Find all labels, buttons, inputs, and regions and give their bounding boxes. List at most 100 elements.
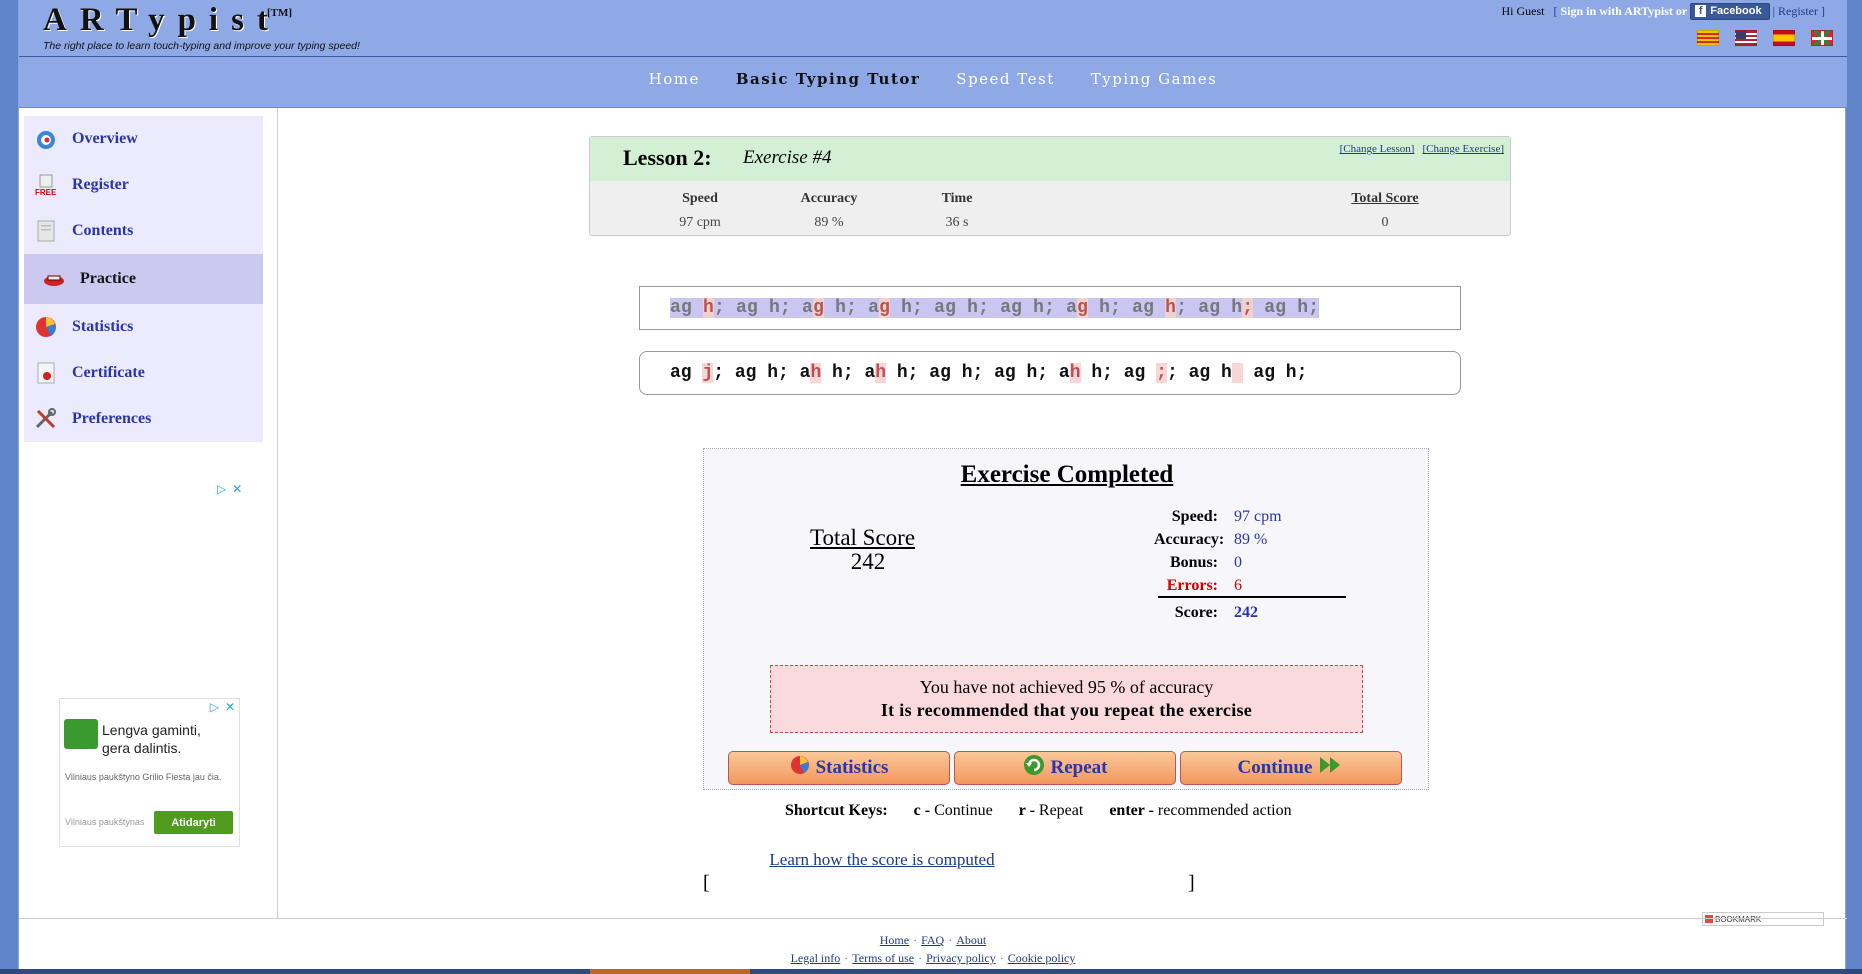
- time-stat: Time 36 s: [902, 187, 1012, 235]
- total-score-value: 0: [1381, 215, 1389, 230]
- spain-flag-icon[interactable]: [1773, 30, 1795, 46]
- lesson-panel: Lesson 2: Exercise #4 [Change Lesson] [C…: [589, 136, 1511, 236]
- usa-flag-icon[interactable]: [1735, 30, 1757, 46]
- accuracy-stat: Accuracy 89 %: [774, 187, 884, 235]
- ad-close-icon[interactable]: ✕: [232, 482, 242, 496]
- typed-error-char: j: [702, 363, 714, 383]
- catalan-flag-icon[interactable]: [1697, 30, 1719, 46]
- ad-source: Vilniaus paukštynas: [65, 817, 145, 827]
- score-divider: [1158, 596, 1346, 598]
- site-tagline: The right place to learn touch-typing an…: [43, 40, 360, 52]
- shortcut-label: Shortcut Keys:: [785, 802, 888, 819]
- exercise-title: Exercise #4: [743, 147, 832, 168]
- advertisement[interactable]: ▷ ✕ Lengva gaminti, gera dalintis. Vilniau…: [59, 698, 240, 847]
- target-error-char: h: [1165, 298, 1177, 318]
- statistics-icon: [790, 755, 810, 781]
- accuracy-row: Accuracy: 89 %: [1154, 531, 1268, 548]
- language-flags: [1697, 30, 1833, 46]
- typed-segment: h; ag h; ag h; a: [886, 363, 1070, 383]
- facebook-icon: f: [1695, 5, 1707, 17]
- sidebar-item-contents[interactable]: Contents: [24, 208, 263, 254]
- statistics-button-label: Statistics: [815, 757, 889, 778]
- speed-label: Speed: [682, 191, 718, 206]
- overview-icon: [34, 127, 58, 151]
- trademark-mark: [TM]: [267, 7, 293, 19]
- change-exercise-link[interactable]: [Change Exercise]: [1422, 143, 1504, 155]
- typed-text: ag j; ag h; ah h; ah h; ag h; ag h; ah h…: [670, 363, 1307, 383]
- adchoices-icon[interactable]: ▷: [217, 482, 226, 496]
- typed-error-char: h: [875, 363, 887, 383]
- learn-score-link[interactable]: Learn how the score is computed: [769, 850, 994, 869]
- basque-flag-icon[interactable]: [1811, 30, 1833, 46]
- certificate-icon: [34, 361, 58, 385]
- sidebar-item-label: Certificate: [72, 364, 145, 381]
- footer-legal-link[interactable]: Legal info: [791, 951, 841, 965]
- change-lesson-link[interactable]: [Change Lesson]: [1340, 143, 1415, 155]
- main-content: Lesson 2: Exercise #4 [Change Lesson] [C…: [279, 108, 1847, 918]
- footer-row-primary: Home · FAQ · About: [879, 933, 987, 947]
- continue-button[interactable]: Continue: [1180, 751, 1402, 785]
- exercise-completed-title: Exercise Completed: [960, 461, 1174, 488]
- adchoices-box[interactable]: ▷ ✕: [210, 700, 235, 714]
- nav-basic-typing-tutor[interactable]: Basic Typing Tutor: [736, 70, 920, 98]
- user-bar: Hi Guest [ Sign in with ARTypist or f Fac…: [1501, 3, 1825, 20]
- header-divider: [19, 56, 1847, 57]
- signin-link[interactable]: Sign in with ARTypist: [1561, 4, 1673, 19]
- sidebar-item-register[interactable]: FREE Register: [24, 162, 263, 208]
- typed-text-box[interactable]: ag j; ag h; ah h; ah h; ag h; ag h; ah h…: [639, 351, 1461, 395]
- typed-segment: h; a: [821, 363, 876, 383]
- sidebar-item-overview[interactable]: Overview: [24, 116, 263, 162]
- target-error-char: g: [1077, 298, 1089, 318]
- svg-text:FREE: FREE: [35, 188, 57, 197]
- total-score-number: 242: [850, 549, 886, 574]
- footer-terms-link[interactable]: Terms of use: [852, 951, 914, 965]
- sidebar-item-label: Contents: [72, 222, 134, 239]
- tools-icon: [34, 407, 58, 431]
- adchoices-top[interactable]: ▷ ✕: [217, 482, 242, 496]
- typed-error-char: [1231, 363, 1243, 383]
- footer-faq-link[interactable]: FAQ: [921, 933, 944, 947]
- sidebar-item-label: Register: [72, 176, 129, 193]
- sidebar-item-label: Preferences: [72, 410, 152, 427]
- facebook-label: Facebook: [1710, 5, 1762, 17]
- ad-open-button[interactable]: Atidaryti: [154, 811, 233, 834]
- final-score-row: Score: 242: [1174, 604, 1258, 621]
- nav-typing-games[interactable]: Typing Games: [1091, 70, 1218, 98]
- sidebar-item-label: Statistics: [72, 318, 134, 335]
- site-logo[interactable]: ARTypist: [43, 2, 281, 39]
- ad-description: Vilniaus paukštyno Grilio Fiesta jau čia…: [65, 772, 222, 782]
- target-segment: ; ag h: [1176, 298, 1243, 318]
- shortcut-keys: Shortcut Keys: c - Continue r - Repeat e…: [785, 802, 1292, 820]
- nav-speed-test[interactable]: Speed Test: [956, 70, 1054, 98]
- typed-segment: ; ag h; a: [713, 363, 811, 383]
- continue-button-label: Continue: [1237, 757, 1313, 778]
- accuracy-warning: You have not achieved 95 % of accuracy I…: [770, 665, 1363, 733]
- sidebar-item-practice[interactable]: Practice: [24, 254, 263, 304]
- target-error-char: g: [879, 298, 891, 318]
- footer-home-link[interactable]: Home: [880, 933, 909, 947]
- facebook-login-button[interactable]: f Facebook: [1690, 3, 1770, 20]
- sidebar-item-preferences[interactable]: Preferences: [24, 396, 263, 442]
- ad-close-icon[interactable]: ✕: [225, 700, 235, 714]
- target-segment: ag: [670, 298, 704, 318]
- repeat-recommendation: It is recommended that you repeat the ex…: [880, 700, 1253, 720]
- repeat-button-label: Repeat: [1050, 757, 1108, 778]
- repeat-button[interactable]: Repeat: [954, 751, 1176, 785]
- register-link[interactable]: Register: [1778, 4, 1818, 19]
- target-segment: ; ag h; a: [714, 298, 814, 318]
- adchoices-icon[interactable]: ▷: [210, 700, 219, 714]
- footer-cookie-link[interactable]: Cookie policy: [1008, 951, 1076, 965]
- footer-privacy-link[interactable]: Privacy policy: [926, 951, 996, 965]
- score-info-row: Learn how the score is computed: [279, 850, 1847, 870]
- footer-about-link[interactable]: About: [956, 933, 986, 947]
- bonus-row: Bonus: 0: [1169, 554, 1242, 571]
- nav-home[interactable]: Home: [649, 70, 700, 98]
- errors-row: Errors: 6: [1166, 577, 1242, 594]
- typed-error-char: ;: [1156, 363, 1167, 383]
- sidebar-menu: Overview FREE Register Contents Practice…: [24, 116, 263, 442]
- sidebar-item-statistics[interactable]: Statistics: [24, 304, 263, 350]
- target-segment: h; ag h; ag h; a: [890, 298, 1078, 318]
- statistics-button[interactable]: Statistics: [728, 751, 950, 785]
- speed-row: Speed: 97 cpm: [1171, 508, 1282, 525]
- sidebar-item-certificate[interactable]: Certificate: [24, 350, 263, 396]
